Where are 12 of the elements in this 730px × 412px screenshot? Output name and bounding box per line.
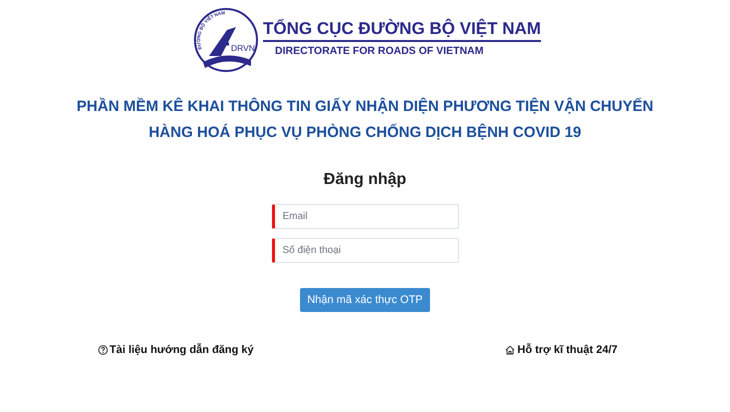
otp-button[interactable]: Nhận mã xác thực OTP [300,288,430,312]
help-icon [98,345,108,356]
link[interactable]: Tài liệu hướng dẫn đăng ký [98,342,254,358]
headline-text: HÀNG HOÁ PHỤC VỤ PHÒNG CHỐNG DỊCH BỆNH COVID 19 [148,124,582,142]
organization-name-english: DIRECTORATE FOR ROADS OF VIETNAM [274,44,484,59]
headline-text: PHẦN MỀM KÊ KHAI THÔNG TIN GIẤY NHẬN DIỆN PHƯƠNG TIỆN VẬN CHUYỂN [76,98,654,116]
login-title: Đăng nhập [324,170,406,190]
link[interactable]: Hỗ trợ kĩ thuật 24/7 [505,342,618,358]
input-field[interactable]: Email [272,204,458,229]
home-icon [505,345,516,356]
organization-name: TỔNG CỤC ĐƯỜNG BỘ VIỆT NAM [263,18,541,42]
input-field[interactable]: Số điện thoại [272,238,458,263]
